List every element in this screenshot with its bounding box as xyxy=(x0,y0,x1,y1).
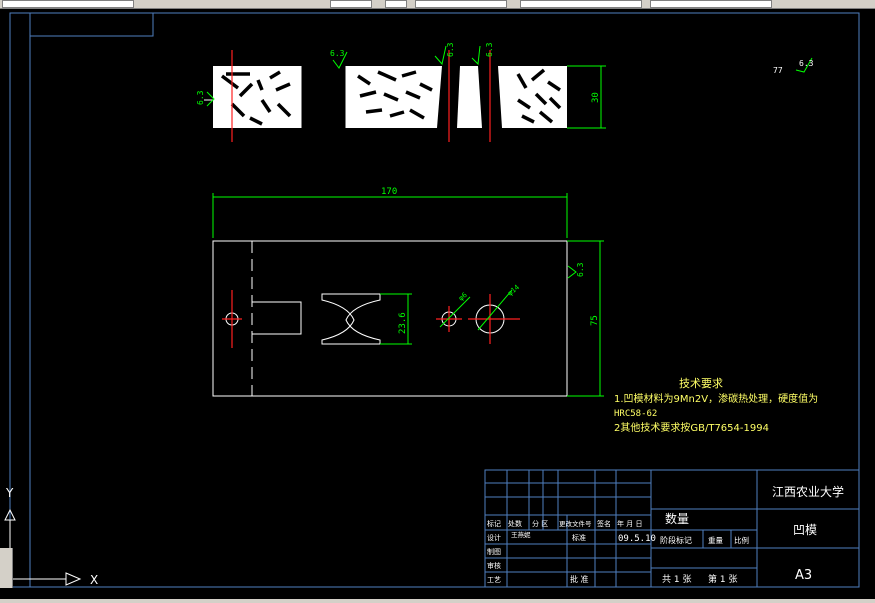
tb-sheet-size: A3 xyxy=(795,568,812,583)
tech-requirements-line: 1.凹模材料为9Mn2V，渗碳热处理，硬度值为 xyxy=(614,392,818,405)
tb-university: 江西农业大学 xyxy=(772,484,844,499)
tech-requirements-line: HRC58-62 xyxy=(614,409,657,419)
corner-rough-prefix: 77 xyxy=(773,66,783,75)
tb-stage-label: 阶段标记 xyxy=(660,535,692,545)
roughness-value: 6.3 xyxy=(330,49,345,58)
roughness-symbol-front xyxy=(567,265,577,279)
status-bar xyxy=(0,599,875,603)
tb-drafting-label: 制图 xyxy=(487,547,501,556)
ucs-x-label: X xyxy=(90,573,98,587)
dim-170-text: 170 xyxy=(381,187,397,197)
dim-23-6-text: 23.6 xyxy=(398,312,408,334)
tb-header-count: 处数 xyxy=(508,519,522,528)
tech-requirements-title: 技术要求 xyxy=(679,377,723,390)
ucs-y-label: Y xyxy=(5,486,14,500)
tb-review-label: 审核 xyxy=(487,561,501,570)
tb-quantity-label: 数量 xyxy=(665,511,689,526)
tb-approve-label: 批 准 xyxy=(570,574,589,584)
roughness-value: 6.3 xyxy=(485,42,494,57)
tb-designer: 王燕妮 xyxy=(511,530,531,539)
corner-rough-value: 6.3 xyxy=(799,59,814,68)
dim-30-text: 30 xyxy=(591,92,601,103)
tb-header-date: 年 月 日 xyxy=(617,519,642,528)
tb-process-label: 工艺 xyxy=(487,576,501,584)
dim-phi6: φ6 xyxy=(457,291,469,303)
drawing-canvas[interactable]: 6.3 6.3 6.3 6.3 77 6.3 30 170 φ6 φ14 23.… xyxy=(0,0,875,603)
tech-requirements-line: 2其他技术要求按GB/T7654-1994 xyxy=(614,421,769,434)
tb-design-label: 设计 xyxy=(487,533,501,542)
tb-header-mark: 标记 xyxy=(487,519,501,528)
roughness-value: 6.3 xyxy=(196,90,205,105)
dim-phi14: φ14 xyxy=(506,283,521,297)
tb-weight-label: 重量 xyxy=(708,536,723,545)
roughness-value: 6.3 xyxy=(576,262,585,277)
roughness-value: 6.3 xyxy=(446,42,455,57)
front-view xyxy=(212,240,568,397)
top-section-view xyxy=(204,50,567,142)
tb-date: 09.5.10 xyxy=(618,534,656,544)
tb-sheet-no: 第 1 张 xyxy=(708,573,737,585)
dim-75-text: 75 xyxy=(590,315,600,326)
tb-header-zone: 分 区 xyxy=(532,519,548,528)
left-toolbar-strip[interactable] xyxy=(0,548,13,588)
tb-standard-label: 标准 xyxy=(572,533,586,542)
tb-total-sheets: 共 1 张 xyxy=(662,574,691,585)
dim-170 xyxy=(212,193,568,238)
tb-part-name: 凹模 xyxy=(793,523,817,537)
ucs-icon xyxy=(4,508,82,586)
tb-header-docno: 更改文件号 xyxy=(559,519,592,528)
tb-header-sign: 签名 xyxy=(597,519,611,528)
tb-scale-label: 比例 xyxy=(734,535,749,545)
